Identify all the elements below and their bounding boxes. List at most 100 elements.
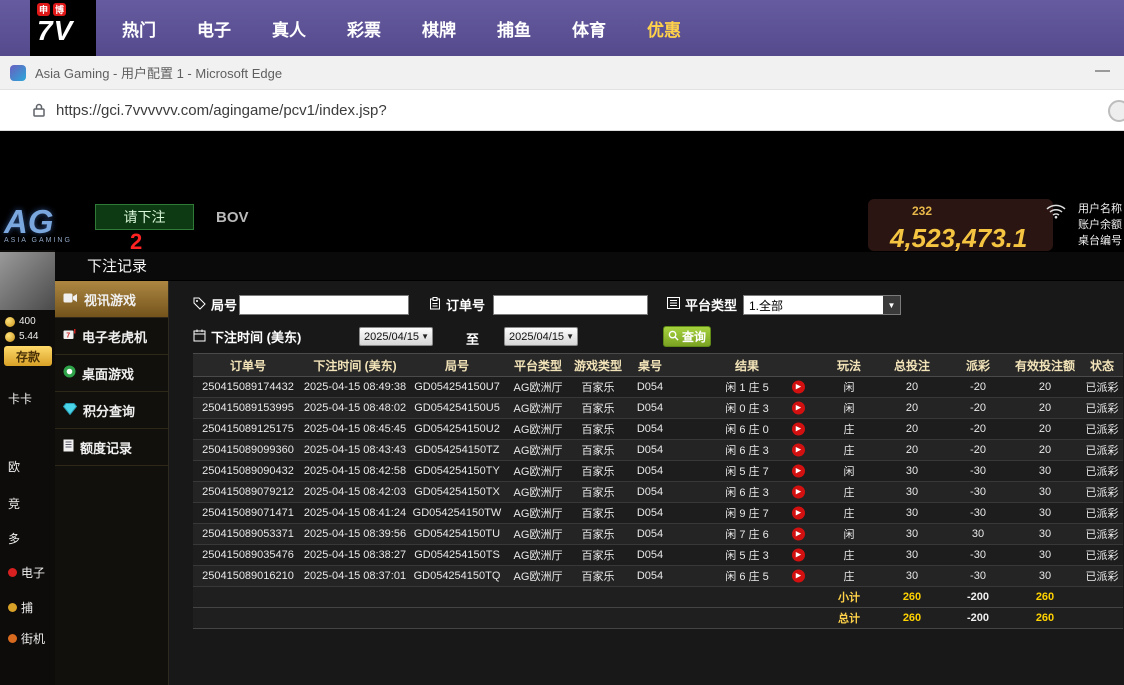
round-number-input[interactable] [239,295,409,315]
replay-video-icon[interactable]: ▶ [792,381,805,394]
cell-valid-bet: 20 [1009,419,1081,440]
balance-2-value: 5.44 [19,331,38,342]
cell-valid-bet: 20 [1009,377,1081,398]
menu-item-slot-machines[interactable]: 7 电子老虎机 [55,318,168,355]
menu-item-table-games[interactable]: 桌面游戏 [55,355,168,392]
cell-game-type: 百家乐 [569,377,627,398]
replay-video-icon[interactable]: ▶ [792,465,805,478]
replay-video-icon[interactable]: ▶ [792,570,805,583]
bov-watermark: BOV [216,209,249,226]
info-table-label: 桌台编号 [1078,233,1122,249]
menu-item-points-query[interactable]: 积分查询 [55,392,168,429]
cell-round-id: GD054254150TS [407,545,507,566]
result-text: 闲 6 庄 3 [725,487,768,499]
address-bar[interactable]: https://gci.7vvvvvv.com/agingame/pcv1/in… [0,90,1124,131]
cell-platform: AG欧洲厅 [507,566,569,587]
cell-bet-time: 2025-04-15 08:41:24 [303,503,407,524]
cell-platform: AG欧洲厅 [507,377,569,398]
cell-bet-side: 庄 [821,545,877,566]
menu-item-credit-records[interactable]: 额度记录 [55,429,168,466]
bet-table-row: 2504150890714712025-04-15 08:41:24GD0542… [193,503,1123,524]
date-from-select[interactable]: 2025/04/15▼ [359,327,433,346]
cell-result: 闲 6 庄 0 ▶ [673,419,821,440]
nav-item-slots[interactable]: 电子 [197,16,231,41]
nav-item-live[interactable]: 真人 [272,16,306,41]
subtotal-row: 小计260-200260 [193,587,1123,608]
nav-item-sports[interactable]: 体育 [572,16,606,41]
nav-item-cards[interactable]: 棋牌 [422,16,456,41]
coin-icon [5,317,15,327]
header-payout: 派彩 [947,354,1009,377]
bet-table-row: 2504150891744322025-04-15 08:49:38GD0542… [193,377,1123,398]
cell-order-id: 250415089174432 [193,377,303,398]
search-button[interactable]: 查询 [663,326,711,347]
date-to-select[interactable]: 2025/04/15▼ [504,327,578,346]
user-avatar[interactable] [0,252,55,310]
strip-item-jing[interactable]: 竞 [8,495,20,512]
cell-bet-time: 2025-04-15 08:48:02 [303,398,407,419]
nav-item-fishing[interactable]: 捕鱼 [497,16,531,41]
cell-round-id: GD054254150U5 [407,398,507,419]
ledger-icon [63,439,74,455]
cell-platform: AG欧洲厅 [507,398,569,419]
bet-table-row: 2504150890162102025-04-15 08:37:01GD0542… [193,566,1123,587]
cell-round-id: GD054254150TU [407,524,507,545]
header-valid-bet: 有效投注额 [1009,354,1081,377]
replay-video-icon[interactable]: ▶ [792,486,805,499]
replay-video-icon[interactable]: ▶ [792,507,805,520]
cell-table-no: D054 [627,440,673,461]
strip-item-fishing[interactable]: 捕 [8,599,33,616]
nav-item-lottery[interactable]: 彩票 [347,16,381,41]
strip-item-slots[interactable]: 电子 [8,564,45,581]
replay-video-icon[interactable]: ▶ [792,423,805,436]
cell-total-bet: 20 [877,377,947,398]
cell-bet-side: 庄 [821,503,877,524]
cell-game-type: 百家乐 [569,461,627,482]
url-text[interactable]: https://gci.7vvvvvv.com/agingame/pcv1/in… [56,102,387,119]
cell-platform: AG欧洲厅 [507,440,569,461]
chevron-down-icon: ▼ [566,332,574,341]
cell-game-type: 百家乐 [569,503,627,524]
strip-item-duo[interactable]: 多 [8,530,20,547]
strip-item-europe[interactable]: 欧 [8,458,20,475]
deposit-button[interactable]: 存款 [4,346,52,366]
nav-item-promotions[interactable]: 优惠 [647,16,681,41]
cell-table-no: D054 [627,503,673,524]
cell-total-bet: 30 [877,482,947,503]
cell-table-no: D054 [627,377,673,398]
site-logo[interactable]: 申 博 7V [30,0,96,56]
nav-item-hot[interactable]: 热门 [122,16,156,41]
cell-total-bet: 20 [877,398,947,419]
replay-video-icon[interactable]: ▶ [792,549,805,562]
lock-icon [33,103,45,117]
cell-order-id: 250415089079212 [193,482,303,503]
menu-item-live-games[interactable]: 视讯游戏 [55,281,168,318]
cell-order-id: 250415089016210 [193,566,303,587]
header-table-no: 桌号 [627,354,673,377]
replay-video-icon[interactable]: ▶ [792,402,805,415]
cell-order-id: 250415089071471 [193,503,303,524]
ag-logo: AG ASIA GAMING [4,203,72,244]
totals-label: 小计 [821,587,877,608]
cell-table-no: D054 [627,545,673,566]
cell-payout: -20 [947,377,1009,398]
platform-type-select[interactable]: 1.全部 ▼ [743,295,901,315]
header-bet-time: 下注时间 (美东) [303,354,407,377]
strip-item-kaka[interactable]: 卡卡 [8,390,32,407]
header-order-id: 订单号 [193,354,303,377]
cell-payout: 30 [947,524,1009,545]
minimize-button[interactable]: — [1095,62,1110,79]
order-number-input[interactable] [493,295,648,315]
cell-status: 已派彩 [1081,461,1123,482]
replay-video-icon[interactable]: ▶ [792,528,805,541]
result-text: 闲 6 庄 0 [725,424,768,436]
browser-profile-icon[interactable] [1108,100,1124,122]
cell-valid-bet: 30 [1009,524,1081,545]
bet-record-modal: 下注记录 视讯游戏 7 电子老虎机 桌面游戏 [55,252,1124,685]
replay-video-icon[interactable]: ▶ [792,444,805,457]
result-text: 闲 1 庄 5 [725,382,768,394]
strip-item-arcade[interactable]: 街机 [8,630,45,647]
cell-valid-bet: 30 [1009,566,1081,587]
cell-payout: -30 [947,566,1009,587]
slot-machine-icon: 7 [63,328,76,344]
